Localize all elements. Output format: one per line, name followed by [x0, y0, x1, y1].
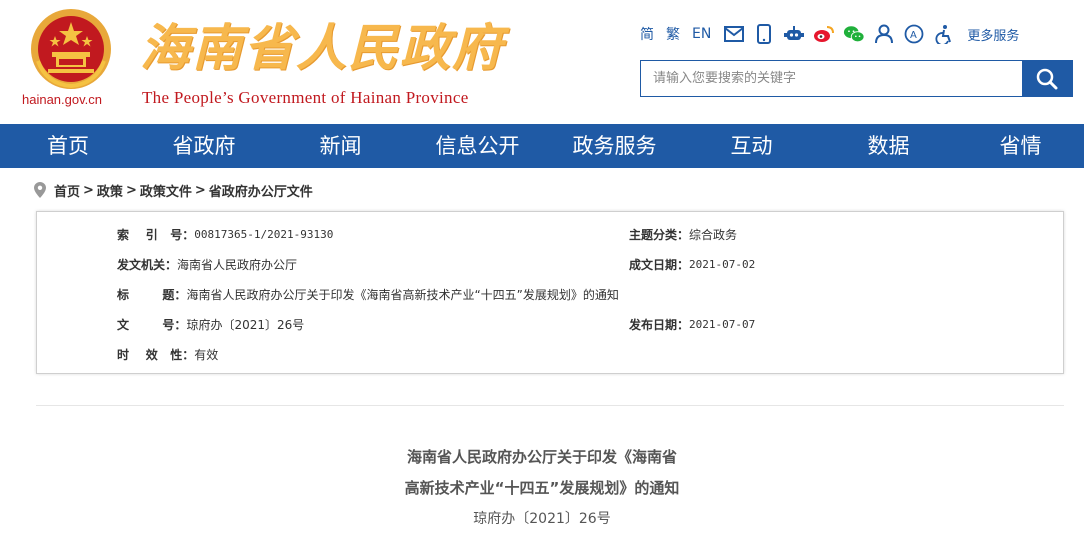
topic-label: 主题分类： [629, 227, 690, 242]
breadcrumb-item-office-documents[interactable]: 省政府办公厅文件 [209, 181, 313, 200]
info-row-index: 索 引 号： 00817365-1/2021-93130 [117, 225, 333, 243]
info-row-topic: 主题分类： 综合政务 [629, 225, 737, 243]
breadcrumb-item-policy-documents[interactable]: 政策文件 [140, 181, 192, 200]
nav-item-news[interactable]: 新闻 [272, 124, 409, 168]
lang-traditional-link[interactable]: 繁 [666, 24, 680, 44]
index-value: 00817365-1/2021-93130 [194, 227, 334, 241]
accessibility-icon[interactable]: A [903, 23, 925, 45]
breadcrumb-separator: > [194, 182, 206, 198]
nav-item-home[interactable]: 首页 [0, 124, 136, 168]
more-services-link[interactable]: 更多服务 [967, 25, 1019, 44]
main-nav: 首页 省政府 新闻 信息公开 政务服务 互动 数据 省情 [0, 124, 1084, 168]
weibo-icon[interactable] [813, 23, 835, 45]
document-title-line-1: 海南省人民政府办公厅关于印发《海南省 [406, 448, 677, 466]
search-button[interactable] [1022, 61, 1072, 96]
location-pin-icon [34, 182, 46, 198]
svg-text:A: A [910, 30, 917, 41]
info-row-validity: 时 效 性： 有效 [117, 345, 218, 363]
title-label: 标 题： [117, 287, 187, 302]
docno-value: 琼府办〔2021〕26号 [186, 317, 305, 332]
breadcrumb-separator: > [83, 182, 94, 198]
date-written-value: 2021-07-02 [689, 257, 756, 271]
site-domain: hainan.gov.cn [22, 92, 102, 107]
lang-simplified-link[interactable]: 简 [640, 24, 654, 44]
date-published-value: 2021-07-07 [689, 317, 756, 331]
site-title[interactable]: 海南省人民政府 [140, 18, 504, 78]
topic-value: 综合政务 [689, 227, 738, 242]
section-divider [36, 405, 1064, 406]
breadcrumb-item-home[interactable]: 首页 [54, 181, 80, 200]
issuer-label: 发文机关： [117, 257, 178, 272]
search-icon [1036, 68, 1058, 89]
info-row-date-written: 成文日期： 2021-07-02 [629, 255, 755, 273]
national-emblem-logo[interactable] [26, 6, 116, 92]
breadcrumb: 首页 > 政策 > 政策文件 > 省政府办公厅文件 [34, 180, 313, 200]
mobile-icon[interactable] [753, 23, 775, 45]
header-toolbar: 简 繁 EN A 更多服务 [640, 22, 1019, 46]
nav-item-government-services[interactable]: 政务服务 [546, 124, 683, 168]
document-title-line-2: 高新技术产业“十四五”发展规划》的通知 [404, 479, 680, 497]
nav-item-information-disclosure[interactable]: 信息公开 [409, 124, 546, 168]
issuer-value: 海南省人民政府办公厅 [177, 257, 298, 272]
nav-item-interaction[interactable]: 互动 [683, 124, 820, 168]
wechat-icon[interactable] [843, 23, 865, 45]
nav-item-provincial-government[interactable]: 省政府 [136, 124, 272, 168]
site-header: hainan.gov.cn 海南省人民政府 The People’s Gover… [0, 0, 1084, 124]
document-number: 琼府办〔2021〕26号 [473, 511, 611, 527]
document-info-panel: 索 引 号： 00817365-1/2021-93130 主题分类： 综合政务 … [36, 211, 1064, 374]
title-value: 海南省人民政府办公厅关于印发《海南省高新技术产业“十四五”发展规划》的通知 [186, 287, 619, 302]
info-row-issuer: 发文机关： 海南省人民政府办公厅 [117, 255, 297, 273]
mail-icon[interactable] [723, 23, 745, 45]
search-input[interactable] [641, 61, 1022, 96]
info-row-title: 标 题： 海南省人民政府办公厅关于印发《海南省高新技术产业“十四五”发展规划》的… [117, 285, 619, 303]
user-icon[interactable] [873, 23, 895, 45]
breadcrumb-separator: > [125, 182, 137, 198]
info-row-docno: 文 号： 琼府办〔2021〕26号 [117, 315, 304, 333]
date-written-label: 成文日期： [629, 257, 690, 272]
elderly-mode-icon[interactable] [933, 23, 955, 45]
search-bar [640, 60, 1073, 97]
nav-item-provincial-overview[interactable]: 省情 [957, 124, 1084, 168]
validity-value: 有效 [194, 347, 219, 362]
robot-icon[interactable] [783, 23, 805, 45]
date-published-label: 发布日期： [629, 317, 690, 332]
site-subtitle: The People’s Government of Hainan Provin… [142, 88, 469, 107]
docno-label: 文 号： [117, 317, 187, 332]
nav-item-data[interactable]: 数据 [820, 124, 957, 168]
lang-english-link[interactable]: EN [692, 26, 711, 42]
breadcrumb-item-policy[interactable]: 政策 [97, 181, 123, 200]
validity-label: 时 效 性： [117, 347, 195, 362]
info-row-date-published: 发布日期： 2021-07-07 [629, 315, 755, 333]
index-label: 索 引 号： [117, 227, 195, 242]
